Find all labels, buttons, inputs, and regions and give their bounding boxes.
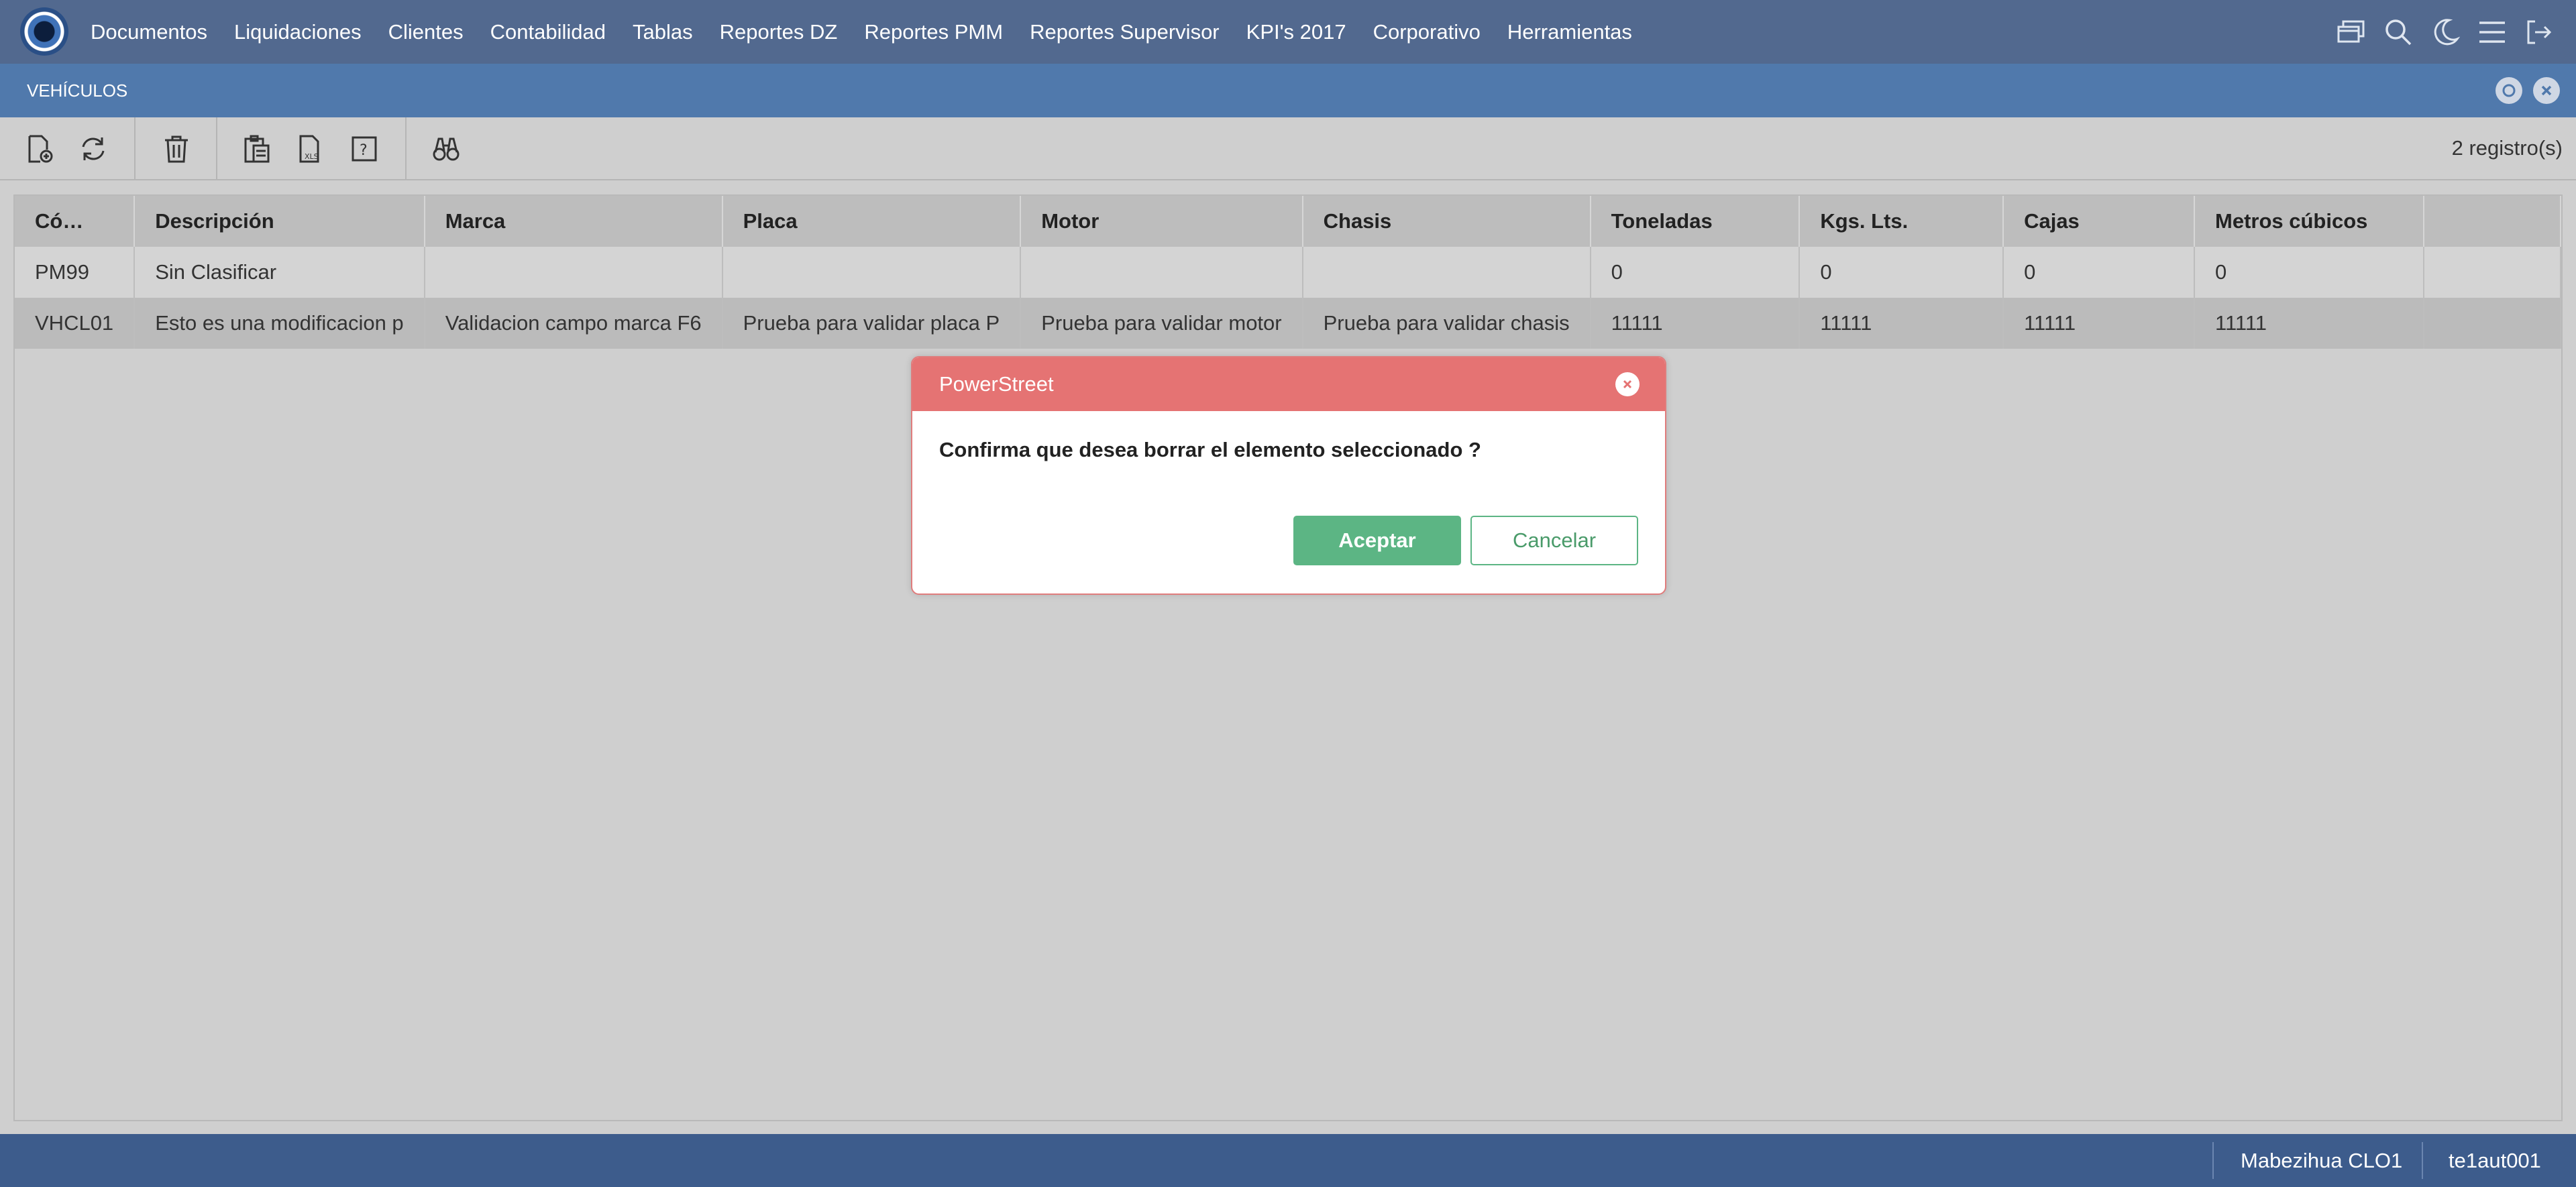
window-title: VEHÍCULOS (27, 80, 128, 101)
menu-corporativo[interactable]: Corporativo (1373, 20, 1481, 44)
column-header-descripcion[interactable]: Descripción (134, 196, 425, 247)
cell-placa (722, 247, 1022, 298)
column-header-metros-cubicos[interactable]: Metros cúbicos (2194, 196, 2424, 247)
dialog-message: Confirma que desea borrar el elemento se… (939, 438, 1481, 461)
cell-placa: Prueba para validar placa P (722, 298, 1022, 349)
svg-text:?: ? (360, 142, 368, 159)
column-header-toneladas[interactable]: Toneladas (1590, 196, 1801, 247)
cell-cajas: 0 (2003, 247, 2195, 298)
cell-kgs-lts: 11111 (1799, 298, 2004, 349)
menu-clientes[interactable]: Clientes (388, 20, 464, 44)
cell-metros-cubicos: 11111 (2194, 298, 2424, 349)
column-header-cajas[interactable]: Cajas (2003, 196, 2195, 247)
table-row[interactable]: PM99 Sin Clasificar 0 0 0 0 (15, 247, 2561, 298)
record-count: 2 registro(s) (2451, 136, 2563, 160)
cell-codigo: PM99 (15, 247, 136, 298)
status-footer: Mabezihua CLO1 te1aut001 (0, 1134, 2576, 1187)
menu-herramientas[interactable]: Herramientas (1507, 20, 1632, 44)
main-menu: Documentos Liquidaciones Clientes Contab… (91, 0, 1659, 64)
menu-reportes-pmm[interactable]: Reportes PMM (864, 20, 1003, 44)
column-header-marca[interactable]: Marca (424, 196, 723, 247)
cell-motor (1020, 247, 1303, 298)
cell-motor: Prueba para validar motor (1020, 298, 1303, 349)
moon-icon[interactable] (2422, 0, 2469, 64)
menu-icon[interactable] (2469, 0, 2516, 64)
toolbar: XLS ? 2 registro(s) (0, 117, 2576, 180)
restore-window-button[interactable] (2496, 77, 2522, 104)
cell-toneladas: 11111 (1590, 298, 1801, 349)
accept-button[interactable]: Aceptar (1293, 516, 1461, 565)
top-navbar: Documentos Liquidaciones Clientes Contab… (0, 0, 2576, 64)
column-header-placa[interactable]: Placa (722, 196, 1022, 247)
clipboard-icon[interactable] (239, 131, 275, 167)
refresh-icon[interactable] (75, 131, 111, 167)
column-header-chasis[interactable]: Chasis (1302, 196, 1591, 247)
menu-documentos[interactable]: Documentos (91, 20, 207, 44)
column-header-filler (2423, 196, 2561, 247)
cell-filler (2423, 247, 2561, 298)
menu-reportes-supervisor[interactable]: Reportes Supervisor (1030, 20, 1220, 44)
cell-kgs-lts: 0 (1799, 247, 2004, 298)
menu-kpis-2017[interactable]: KPI's 2017 (1246, 20, 1346, 44)
windows-icon[interactable] (2328, 0, 2375, 64)
app-logo[interactable] (20, 7, 68, 56)
dialog-title: PowerStreet (939, 372, 1054, 396)
vehicles-table: Có… Descripción Marca Placa Motor Chasis… (15, 196, 2561, 349)
cell-codigo: VHCL01 (15, 298, 136, 349)
column-header-codigo[interactable]: Có… (15, 196, 136, 247)
nav-icon-group (2328, 0, 2563, 64)
cell-chasis (1302, 247, 1591, 298)
cell-marca: Validacion campo marca F6 (424, 298, 723, 349)
help-icon[interactable]: ? (346, 131, 382, 167)
table-row-selected[interactable]: VHCL01 Esto es una modificacion p Valida… (15, 298, 2561, 349)
close-icon (1623, 380, 1632, 389)
menu-contabilidad[interactable]: Contabilidad (490, 20, 606, 44)
column-header-kgs-lts[interactable]: Kgs. Lts. (1799, 196, 2004, 247)
logout-icon[interactable] (2516, 0, 2563, 64)
footer-code: te1aut001 (2449, 1149, 2541, 1172)
cell-filler (2423, 298, 2561, 349)
cell-cajas: 11111 (2003, 298, 2195, 349)
dialog-header: PowerStreet (912, 357, 1665, 411)
cell-descripcion: Esto es una modificacion p (134, 298, 425, 349)
delete-icon[interactable] (158, 131, 195, 167)
table-header-row: Có… Descripción Marca Placa Motor Chasis… (15, 196, 2561, 247)
column-header-motor[interactable]: Motor (1020, 196, 1303, 247)
cell-descripcion: Sin Clasificar (134, 247, 425, 298)
footer-user: Mabezihua CLO1 (2241, 1149, 2403, 1172)
cell-chasis: Prueba para validar chasis (1302, 298, 1591, 349)
confirm-delete-dialog: PowerStreet Confirma que desea borrar el… (911, 356, 1666, 595)
menu-liquidaciones[interactable]: Liquidaciones (234, 20, 362, 44)
new-document-icon[interactable] (21, 131, 58, 167)
dialog-close-button[interactable] (1615, 372, 1640, 396)
cell-metros-cubicos: 0 (2194, 247, 2424, 298)
close-window-button[interactable] (2533, 77, 2560, 104)
menu-reportes-dz[interactable]: Reportes DZ (720, 20, 838, 44)
window-titlebar: VEHÍCULOS (0, 64, 2576, 117)
cell-toneladas: 0 (1590, 247, 1801, 298)
menu-tablas[interactable]: Tablas (633, 20, 693, 44)
vehicles-grid: Có… Descripción Marca Placa Motor Chasis… (13, 194, 2563, 1121)
binoculars-icon[interactable] (428, 131, 464, 167)
cancel-button[interactable]: Cancelar (1470, 516, 1638, 565)
export-xls-icon[interactable]: XLS (292, 131, 329, 167)
cell-marca (424, 247, 723, 298)
svg-text:XLS: XLS (305, 152, 319, 161)
search-icon[interactable] (2375, 0, 2422, 64)
